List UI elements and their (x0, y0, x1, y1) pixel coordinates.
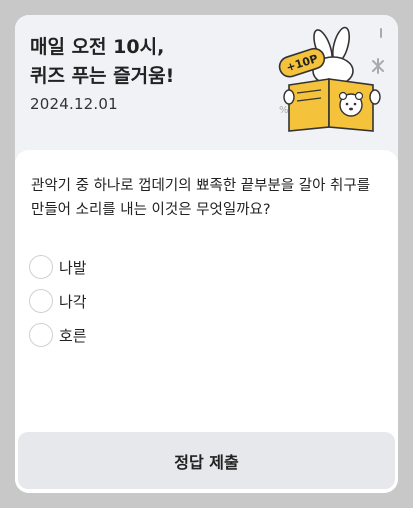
svg-text:%: % (279, 105, 289, 116)
title-line-2: 퀴즈 푸는 즐거움! (30, 65, 175, 87)
quiz-date: 2024.12.01 (30, 95, 118, 113)
page-title: 매일 오전 10시, 퀴즈 푸는 즐거움! (30, 33, 250, 91)
submit-answer-button[interactable]: 정답 제출 (18, 432, 395, 489)
sparkle-icon (372, 28, 384, 74)
option-label: 호른 (59, 326, 87, 345)
option-label: 나발 (59, 258, 87, 277)
quiz-card: 매일 오전 10시, 퀴즈 푸는 즐거움! 2024.12.01 +10P % … (15, 15, 398, 493)
option-2[interactable]: 나각 (29, 284, 87, 318)
rabbit-reading-book-illustration: +10P % (278, 26, 384, 132)
quiz-sheet: 관악기 중 하나로 껍데기의 뾰족한 끝부분을 갈아 취구를 만들어 소리를 내… (15, 150, 398, 493)
option-3[interactable]: 호른 (29, 318, 87, 352)
quiz-hero: 매일 오전 10시, 퀴즈 푸는 즐거움! 2024.12.01 +10P % (15, 15, 398, 161)
radio-button[interactable] (29, 323, 53, 347)
title-line-1: 매일 오전 10시, (30, 36, 165, 58)
option-1[interactable]: 나발 (29, 250, 87, 284)
option-label: 나각 (59, 292, 87, 311)
quiz-options: 나발 나각 호른 (29, 250, 87, 352)
radio-button[interactable] (29, 255, 53, 279)
radio-button[interactable] (29, 289, 53, 313)
quiz-question: 관악기 중 하나로 껍데기의 뾰족한 끝부분을 갈아 취구를 만들어 소리를 내… (31, 178, 371, 218)
